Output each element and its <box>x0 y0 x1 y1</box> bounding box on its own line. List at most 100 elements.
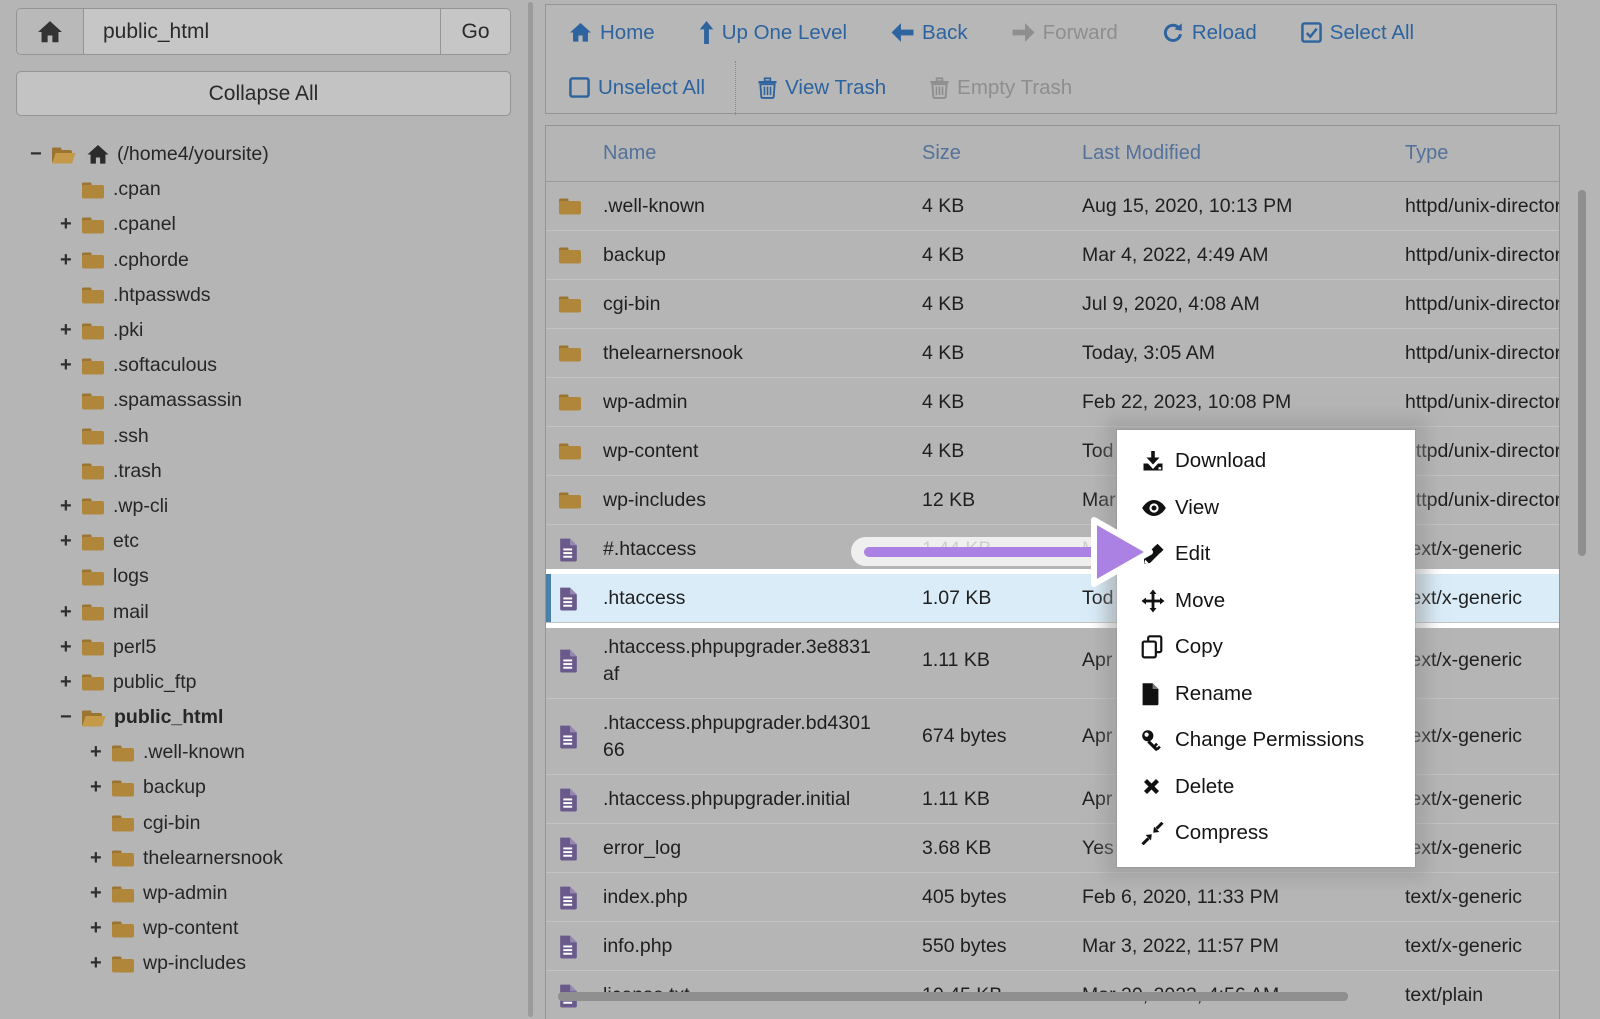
file-row-wp-admin[interactable]: wp-admin4 KBFeb 22, 2023, 10:08 PMhttpd/… <box>546 378 1559 427</box>
menu-item-rename[interactable]: Rename <box>1117 671 1415 718</box>
tree-item-label: .trash <box>113 460 162 483</box>
file-name: wp-content <box>603 440 922 463</box>
file-size: 550 bytes <box>922 935 1082 958</box>
file-type: text/x-generic <box>1405 538 1559 561</box>
expand-plus-icon[interactable]: + <box>90 741 111 764</box>
tree-item-wp-includes[interactable]: +wp-includes <box>0 946 522 981</box>
menu-item-delete[interactable]: Delete <box>1117 764 1415 811</box>
horizontal-scrollbar-thumb[interactable] <box>558 992 1348 1001</box>
tree-item-wp-cli[interactable]: +.wp-cli <box>0 489 522 524</box>
tree-item-home4-yoursite[interactable]: −(/home4/yoursite) <box>0 137 522 172</box>
tree-item-etc[interactable]: +etc <box>0 524 522 559</box>
folder-icon <box>81 567 105 587</box>
key-icon <box>1141 729 1175 752</box>
column-header-type[interactable]: Type <box>1405 142 1559 165</box>
go-button[interactable]: Go <box>440 9 510 54</box>
expand-plus-icon[interactable]: + <box>60 636 81 659</box>
collapse-minus-icon[interactable]: − <box>30 143 51 166</box>
tree-item-cgi-bin[interactable]: cgi-bin <box>0 806 522 841</box>
tree-item-thelearnersnook[interactable]: +thelearnersnook <box>0 841 522 876</box>
file-row-backup[interactable]: backup4 KBMar 4, 2022, 4:49 AMhttpd/unix… <box>546 231 1559 280</box>
column-header-modified[interactable]: Last Modified <box>1082 142 1405 165</box>
menu-item-compress[interactable]: Compress <box>1117 810 1415 857</box>
file-row-index-php[interactable]: index.php405 bytesFeb 6, 2020, 11:33 PMt… <box>546 873 1559 922</box>
toolbar-row-1: HomeUp One LevelBackForwardReloadSelect … <box>546 5 1556 60</box>
forward-arrow-icon <box>1012 23 1035 42</box>
menu-item-download[interactable]: Download <box>1117 438 1415 485</box>
tree-item-spamassassin[interactable]: .spamassassin <box>0 383 522 418</box>
vertical-scrollbar-thumb[interactable] <box>1578 190 1586 556</box>
file-size: 12 KB <box>922 489 1082 512</box>
panel-divider-scrollbar[interactable] <box>528 2 533 1017</box>
tree-item-cpan[interactable]: .cpan <box>0 172 522 207</box>
tree-item-well-known[interactable]: +.well-known <box>0 735 522 770</box>
page-icon <box>1141 682 1175 706</box>
home-button[interactable] <box>17 9 84 54</box>
path-input[interactable]: public_html <box>84 9 440 54</box>
expand-plus-icon[interactable]: + <box>60 495 81 518</box>
file-name: thelearnersnook <box>603 342 922 365</box>
tree-item-mail[interactable]: +mail <box>0 594 522 629</box>
folder-icon <box>81 215 105 235</box>
column-header-size[interactable]: Size <box>922 142 1082 165</box>
menu-item-move[interactable]: Move <box>1117 578 1415 625</box>
tree-item-perl5[interactable]: +perl5 <box>0 630 522 665</box>
view-trash-button[interactable]: View Trash <box>758 76 886 100</box>
tree-item-label: .ssh <box>113 425 149 448</box>
back-button[interactable]: Back <box>891 21 968 45</box>
collapse-minus-icon[interactable]: − <box>60 706 81 729</box>
expand-plus-icon[interactable]: + <box>90 882 111 905</box>
trash-icon <box>930 77 949 99</box>
expand-plus-icon[interactable]: + <box>60 601 81 624</box>
menu-item-label: View <box>1175 496 1219 520</box>
menu-item-change-permissions[interactable]: Change Permissions <box>1117 717 1415 764</box>
menu-item-edit[interactable]: Edit <box>1117 531 1415 578</box>
toolbar-button-label: Empty Trash <box>957 76 1072 100</box>
unselect-all-button[interactable]: Unselect All <box>569 76 705 100</box>
file-name: index.php <box>603 886 922 909</box>
tree-item-backup[interactable]: +backup <box>0 770 522 805</box>
tree-item-trash[interactable]: .trash <box>0 454 522 489</box>
tree-item-cpanel[interactable]: +.cpanel <box>0 207 522 242</box>
select-all-button[interactable]: Select All <box>1301 21 1414 45</box>
menu-item-copy[interactable]: Copy <box>1117 624 1415 671</box>
file-row-info-php[interactable]: info.php550 bytesMar 3, 2022, 11:57 PMte… <box>546 922 1559 971</box>
move-icon <box>1141 589 1175 613</box>
expand-plus-icon[interactable]: + <box>60 354 81 377</box>
tree-item-cphorde[interactable]: +.cphorde <box>0 243 522 278</box>
tree-item-public-ftp[interactable]: +public_ftp <box>0 665 522 700</box>
expand-plus-icon[interactable]: + <box>60 213 81 236</box>
expand-plus-icon[interactable]: + <box>90 776 111 799</box>
home-icon <box>37 20 63 44</box>
expand-plus-icon[interactable]: + <box>90 952 111 975</box>
collapse-all-button[interactable]: Collapse All <box>16 71 511 116</box>
expand-plus-icon[interactable]: + <box>60 530 81 553</box>
tree-item-wp-admin[interactable]: +wp-admin <box>0 876 522 911</box>
expand-plus-icon[interactable]: + <box>60 671 81 694</box>
expand-plus-icon[interactable]: + <box>90 847 111 870</box>
column-header-name[interactable]: Name <box>603 142 922 165</box>
toolbar-button-label: Back <box>922 21 968 45</box>
tree-item-logs[interactable]: logs <box>0 559 522 594</box>
file-size: 3.68 KB <box>922 837 1082 860</box>
file-row-thelearnersnook[interactable]: thelearnersnook4 KBToday, 3:05 AMhttpd/u… <box>546 329 1559 378</box>
expand-plus-icon[interactable]: + <box>60 319 81 342</box>
home-button[interactable]: Home <box>569 21 655 45</box>
tree-item-ssh[interactable]: .ssh <box>0 419 522 454</box>
tree-item-wp-content[interactable]: +wp-content <box>0 911 522 946</box>
tree-item-public-html[interactable]: −public_html <box>0 700 522 735</box>
tree-item-softaculous[interactable]: +.softaculous <box>0 348 522 383</box>
expand-plus-icon[interactable]: + <box>90 917 111 940</box>
file-row-well-known[interactable]: .well-known4 KBAug 15, 2020, 10:13 PMhtt… <box>546 182 1559 231</box>
tree-item-htpasswds[interactable]: .htpasswds <box>0 278 522 313</box>
file-row-cgi-bin[interactable]: cgi-bin4 KBJul 9, 2020, 4:08 AMhttpd/uni… <box>546 280 1559 329</box>
file-name: .htaccess.phpupgrader.3e8831af <box>603 634 875 687</box>
expand-plus-icon[interactable]: + <box>60 249 81 272</box>
tree-item-pki[interactable]: +.pki <box>0 313 522 348</box>
folder-icon <box>111 848 135 868</box>
file-size: 1.11 KB <box>922 649 1082 672</box>
reload-button[interactable]: Reload <box>1162 21 1257 45</box>
menu-item-view[interactable]: View <box>1117 485 1415 532</box>
up-one-level-button[interactable]: Up One Level <box>699 21 847 45</box>
file-type: httpd/unix-directory <box>1405 391 1559 414</box>
